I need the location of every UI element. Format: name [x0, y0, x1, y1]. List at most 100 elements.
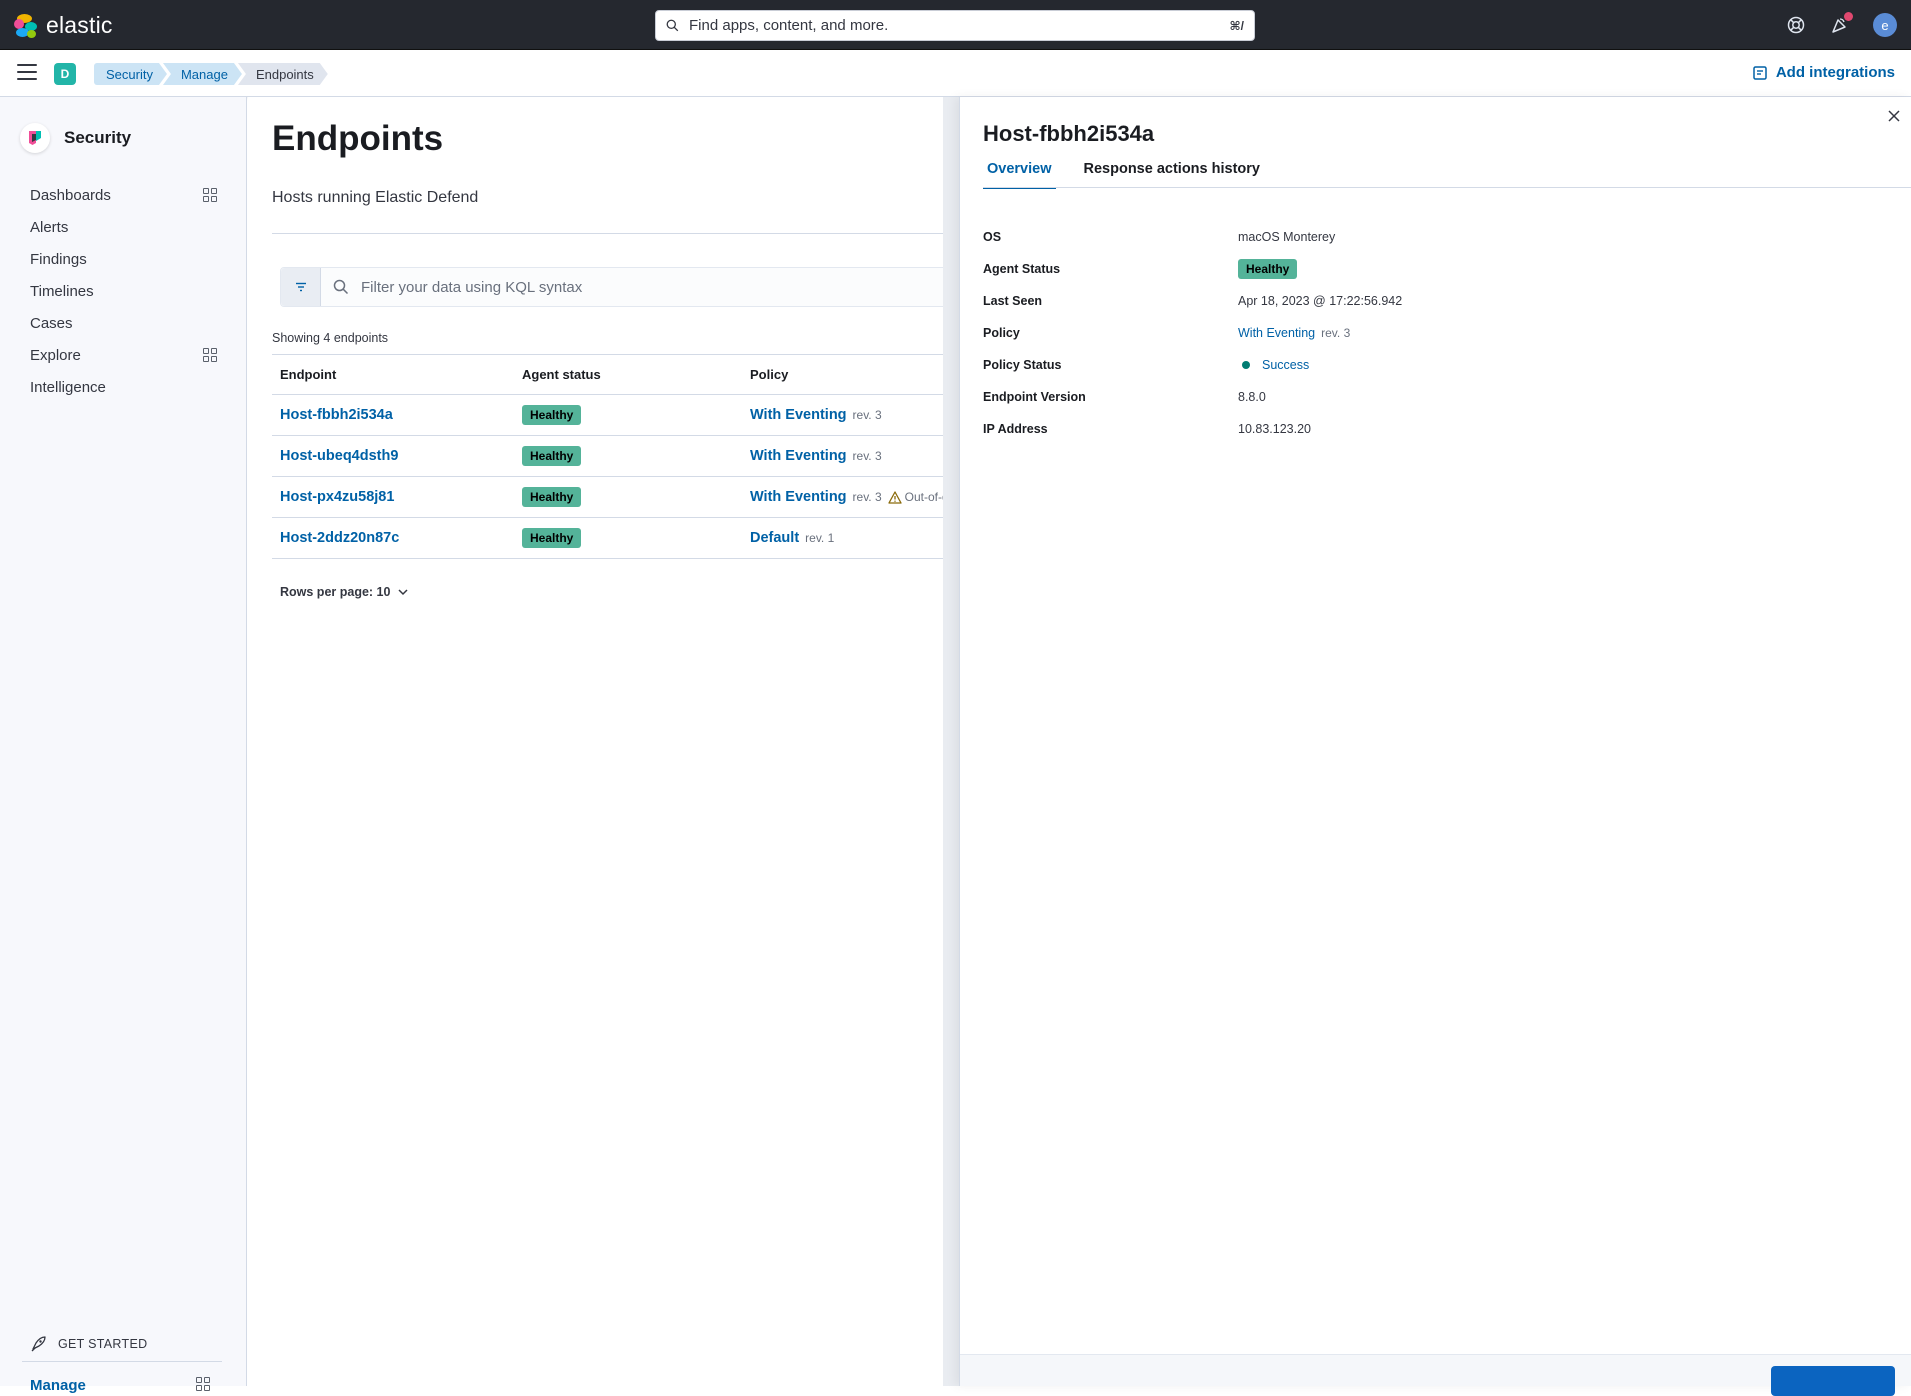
nav-item-dashboards[interactable]: Dashboards	[0, 179, 247, 211]
page-description: Hosts running Elastic Defend	[272, 189, 479, 206]
nav-item-findings[interactable]: Findings	[0, 243, 247, 275]
hamburger-menu-icon[interactable]	[17, 64, 37, 82]
nav-item-label: Explore	[30, 346, 81, 364]
tab-overview[interactable]: Overview	[983, 161, 1056, 189]
space-avatar[interactable]: D	[54, 63, 76, 85]
detail-value: macOS Monterey	[1238, 230, 1336, 244]
news-feed-icon[interactable]	[1829, 12, 1853, 36]
detail-row-os: OS macOS Monterey	[983, 221, 1883, 253]
endpoints-table: Endpoint Agent status Policy Host-fbbh2i…	[272, 355, 992, 559]
page-title: Endpoints	[272, 119, 444, 158]
search-icon	[333, 279, 349, 295]
global-header: elastic Find apps, content, and more. ⌘/	[0, 0, 1911, 50]
filter-icon	[295, 282, 306, 292]
breadcrumb-manage[interactable]: Manage	[163, 63, 242, 85]
global-search-input[interactable]: Find apps, content, and more. ⌘/	[655, 10, 1255, 41]
policy-link[interactable]: With Eventing	[1238, 326, 1315, 340]
detail-value: 10.83.123.20	[1238, 422, 1311, 436]
detail-value: Apr 18, 2023 @ 17:22:56.942	[1238, 294, 1403, 308]
flyout-overlay[interactable]	[943, 97, 959, 1386]
table-row: Host-2ddz20n87c Healthy Default rev. 1	[272, 518, 992, 559]
rocket-icon	[31, 1336, 46, 1352]
apps-grid-icon[interactable]	[203, 348, 217, 362]
endpoint-details-flyout: Host-fbbh2i534a Overview Response action…	[959, 97, 1911, 1396]
breadcrumb: Security Manage Endpoints	[94, 63, 324, 85]
take-action-button[interactable]	[1771, 1366, 1895, 1396]
detail-label: Endpoint Version	[983, 390, 1086, 404]
detail-row-endpoint-version: Endpoint Version 8.8.0	[983, 381, 1883, 413]
status-badge: Healthy	[522, 487, 582, 507]
status-dot-icon	[1242, 361, 1250, 369]
table-row: Host-fbbh2i534a Healthy With Eventing re…	[272, 395, 992, 436]
endpoint-link[interactable]: Host-ubeq4dsth9	[280, 448, 398, 464]
add-integrations-link[interactable]: Add integrations	[1753, 64, 1895, 81]
detail-row-policy-status: Policy Status Success	[983, 349, 1883, 381]
policy-link[interactable]: With Eventing	[750, 407, 847, 423]
tab-response-actions-history[interactable]: Response actions history	[1080, 161, 1264, 189]
divider	[983, 187, 1911, 188]
policy-revision: rev. 1	[805, 531, 835, 545]
close-icon[interactable]	[1887, 109, 1903, 125]
flyout-title: Host-fbbh2i534a	[983, 121, 1155, 146]
policy-revision: rev. 3	[1321, 326, 1351, 340]
elastic-logo[interactable]: elastic	[14, 12, 113, 39]
breadcrumb-endpoints: Endpoints	[238, 63, 328, 85]
security-nav-list: Dashboards Alerts Findings Timelines Cas…	[0, 179, 247, 403]
policy-revision: rev. 3	[852, 408, 882, 422]
get-started-label: GET STARTED	[58, 1337, 148, 1351]
detail-label: Policy Status	[983, 358, 1062, 372]
add-integrations-label: Add integrations	[1775, 64, 1895, 81]
rows-per-page-button[interactable]: Rows per page: 10	[280, 585, 408, 599]
flyout-footer	[960, 1354, 1911, 1396]
nav-item-label: Intelligence	[30, 378, 106, 396]
security-logo-icon	[20, 123, 50, 153]
nav-item-alerts[interactable]: Alerts	[0, 211, 247, 243]
detail-row-agent-status: Agent Status Healthy	[983, 253, 1883, 285]
table-header: Endpoint Agent status Policy	[272, 355, 992, 395]
search-icon	[666, 19, 679, 32]
status-badge: Healthy	[522, 446, 582, 466]
nav-item-label: Cases	[30, 314, 73, 332]
apps-grid-icon[interactable]	[196, 1377, 210, 1391]
kql-query-bar[interactable]: Filter your data using KQL syntax	[280, 267, 980, 307]
user-avatar[interactable]: e	[1873, 13, 1897, 37]
results-count: Showing 4 endpoints	[272, 331, 389, 345]
apps-grid-icon[interactable]	[203, 188, 217, 202]
filter-menu-button[interactable]	[281, 268, 321, 306]
detail-label: OS	[983, 230, 1002, 244]
nav-item-label: Alerts	[30, 218, 69, 236]
search-placeholder: Find apps, content, and more.	[689, 17, 889, 34]
detail-row-policy: Policy With Eventing rev. 3	[983, 317, 1883, 349]
policy-status-link[interactable]: Success	[1262, 358, 1309, 372]
status-badge: Healthy	[522, 528, 582, 548]
policy-revision: rev. 3	[852, 449, 882, 463]
policy-link[interactable]: With Eventing	[750, 448, 847, 464]
rows-per-page-label: Rows per page: 10	[280, 585, 391, 599]
nav-item-cases[interactable]: Cases	[0, 307, 247, 339]
detail-label: IP Address	[983, 422, 1048, 436]
nav-item-label: Dashboards	[30, 186, 111, 204]
table-row: Host-px4zu58j81 Healthy With Eventing re…	[272, 477, 992, 518]
detail-label: Last Seen	[983, 294, 1043, 308]
endpoint-link[interactable]: Host-px4zu58j81	[280, 489, 394, 505]
nav-item-explore[interactable]: Explore	[0, 339, 247, 371]
endpoint-link[interactable]: Host-2ddz20n87c	[280, 530, 399, 546]
security-nav-header[interactable]: Security	[20, 123, 131, 153]
column-header-endpoint[interactable]: Endpoint	[272, 367, 516, 382]
endpoint-link[interactable]: Host-fbbh2i534a	[280, 407, 393, 423]
policy-link[interactable]: With Eventing	[750, 489, 847, 505]
security-side-nav: Security Dashboards Alerts Findings Time…	[0, 97, 247, 1394]
nav-item-intelligence[interactable]: Intelligence	[0, 371, 247, 403]
help-icon[interactable]	[1785, 14, 1807, 36]
nav-divider	[22, 1361, 222, 1362]
nav-item-timelines[interactable]: Timelines	[0, 275, 247, 307]
detail-label: Agent Status	[983, 262, 1061, 276]
nav-item-label: Timelines	[30, 282, 94, 300]
status-badge: Healthy	[522, 405, 582, 425]
policy-link[interactable]: Default	[750, 530, 799, 546]
notification-dot	[1844, 12, 1853, 21]
detail-label: Policy	[983, 326, 1020, 340]
column-header-agent-status[interactable]: Agent status	[516, 367, 744, 382]
get-started-link[interactable]: GET STARTED	[30, 1336, 147, 1352]
breadcrumb-security[interactable]: Security	[94, 63, 167, 85]
